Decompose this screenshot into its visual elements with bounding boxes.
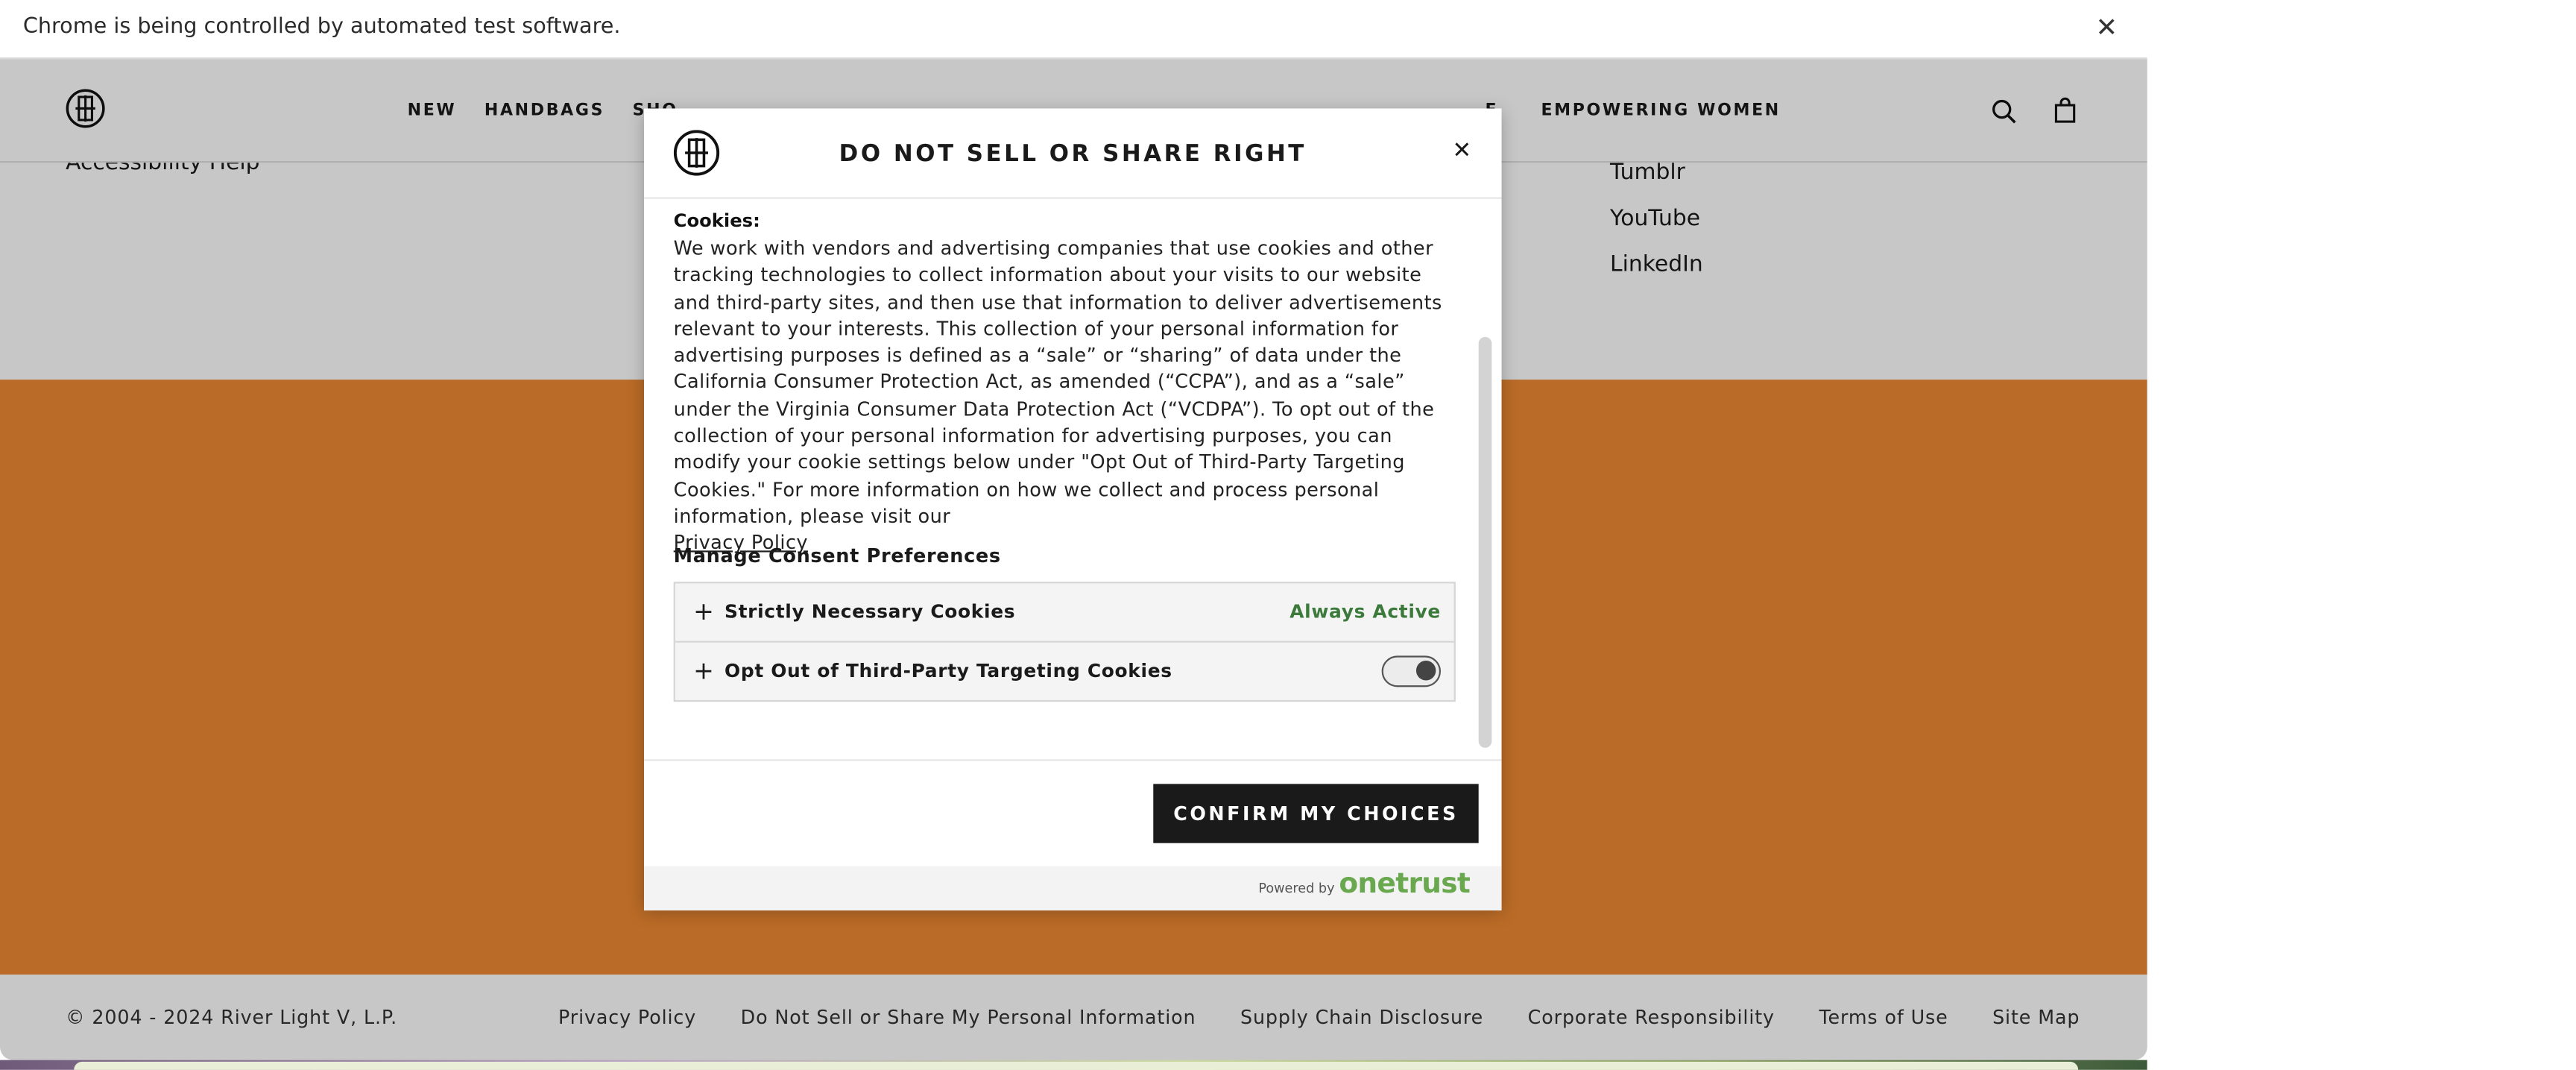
manage-consent-heading: Manage Consent Preferences — [673, 544, 1001, 567]
plus-icon: + — [693, 655, 715, 686]
close-icon[interactable]: ✕ — [1452, 138, 1471, 164]
close-icon[interactable]: ✕ — [2096, 11, 2118, 43]
infobar-message: Chrome is being controlled by automated … — [22, 14, 621, 40]
dialog-footer: CONFIRM MY CHOICES Powered by onetrust — [644, 759, 1502, 911]
consent-accordion: + Strictly Necessary Cookies Always Acti… — [673, 582, 1456, 702]
plus-icon: + — [693, 597, 715, 626]
onetrust-logo[interactable]: onetrust — [1339, 868, 1471, 901]
dialog-scrollbar[interactable] — [1478, 336, 1492, 748]
cookies-description: We work with vendors and advertising com… — [674, 235, 1453, 556]
screen: Chrome is being controlled by automated … — [0, 0, 2576, 1070]
powered-by-text: Powered by — [1258, 881, 1335, 896]
cookies-text: We work with vendors and advertising com… — [673, 236, 1442, 528]
dialog-header: DO NOT SELL OR SHARE RIGHT ✕ — [644, 108, 1502, 199]
row-label: Strictly Necessary Cookies — [724, 601, 1016, 623]
cookies-heading: Cookies: — [673, 210, 760, 232]
empty-area — [2147, 0, 2576, 1070]
powered-by-bar: Powered by onetrust — [644, 866, 1502, 911]
targeting-cookies-toggle[interactable] — [1381, 655, 1441, 687]
dialog-title: DO NOT SELL OR SHARE RIGHT — [839, 141, 1307, 168]
automation-infobar: Chrome is being controlled by automated … — [0, 0, 2147, 60]
toggle-knob — [1415, 661, 1436, 681]
strictly-necessary-row[interactable]: + Strictly Necessary Cookies Always Acti… — [675, 583, 1454, 641]
targeting-cookies-row[interactable]: + Opt Out of Third-Party Targeting Cooki… — [675, 641, 1454, 700]
always-active-status: Always Active — [1289, 601, 1441, 623]
confirm-choices-button[interactable]: CONFIRM MY CHOICES — [1153, 784, 1479, 843]
desktop-background — [0, 1060, 2147, 1070]
row-label: Opt Out of Third-Party Targeting Cookies — [724, 661, 1172, 682]
do-not-sell-dialog: DO NOT SELL OR SHARE RIGHT ✕ Cookies: We… — [644, 108, 1502, 911]
dialog-body: Cookies: We work with vendors and advert… — [644, 199, 1502, 760]
